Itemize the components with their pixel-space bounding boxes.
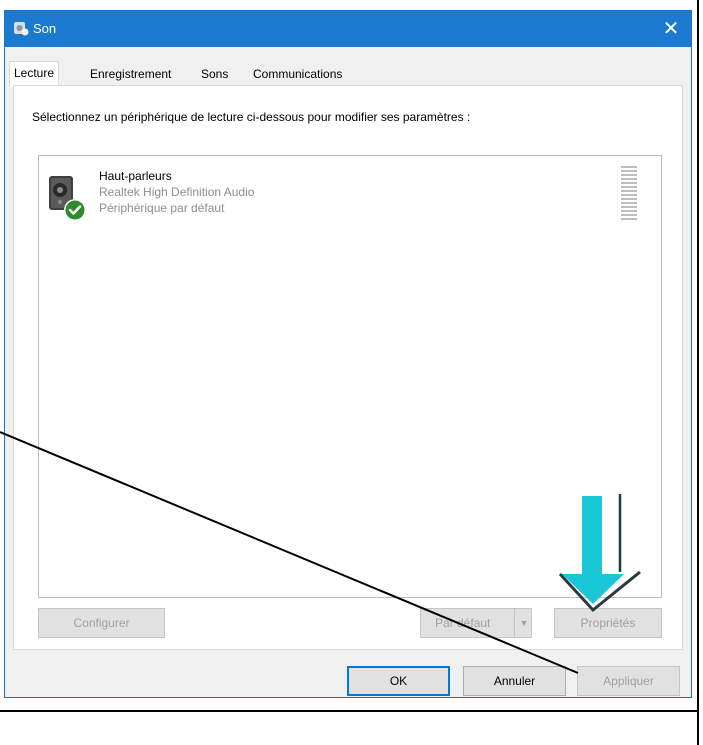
- cancel-button[interactable]: Annuler: [463, 666, 566, 696]
- device-name: Haut-parleurs: [99, 169, 172, 183]
- set-default-button-label: Par défaut: [435, 616, 491, 630]
- ok-button-label: OK: [389, 674, 408, 688]
- device-status: Périphérique par défaut: [99, 201, 225, 215]
- device-item-haut-parleurs[interactable]: Haut-parleurs Realtek High Definition Au…: [41, 162, 621, 224]
- tab-sons[interactable]: Sons: [197, 63, 232, 86]
- configure-button-label: Configurer: [73, 616, 130, 630]
- properties-button-label: Propriétés: [580, 616, 636, 630]
- device-driver: Realtek High Definition Audio: [99, 185, 255, 199]
- close-icon[interactable]: ✕: [657, 15, 685, 43]
- configure-button[interactable]: Configurer: [38, 608, 165, 638]
- title-bar[interactable]: Son ✕: [5, 11, 691, 47]
- volume-meter: [621, 166, 637, 224]
- ok-button[interactable]: OK: [347, 666, 450, 696]
- sound-dialog: Son ✕ Lecture Enregistrement Sons Commun…: [4, 10, 692, 698]
- window-title: Son: [33, 21, 57, 36]
- page-border-bottom: [0, 710, 698, 712]
- set-default-button[interactable]: Par défaut ▼: [420, 608, 532, 638]
- chevron-down-icon[interactable]: ▼: [514, 609, 533, 637]
- cancel-button-label: Annuler: [493, 674, 536, 688]
- playback-device-list[interactable]: Haut-parleurs Realtek High Definition Au…: [38, 155, 662, 598]
- tab-lecture[interactable]: Lecture: [9, 61, 60, 87]
- tab-enregistrement[interactable]: Enregistrement: [86, 63, 175, 86]
- tab-communications[interactable]: Communications: [249, 63, 346, 86]
- default-check-icon: [64, 199, 86, 221]
- apply-button-label: Appliquer: [603, 674, 654, 688]
- properties-button[interactable]: Propriétés: [554, 608, 662, 638]
- page-border-right: [697, 0, 699, 745]
- apply-button[interactable]: Appliquer: [577, 666, 680, 696]
- speaker-icon: [49, 176, 86, 221]
- tab-panel-lecture: Sélectionnez un périphérique de lecture …: [13, 85, 683, 650]
- sound-app-icon: [14, 22, 29, 36]
- instruction-text: Sélectionnez un périphérique de lecture …: [32, 110, 471, 124]
